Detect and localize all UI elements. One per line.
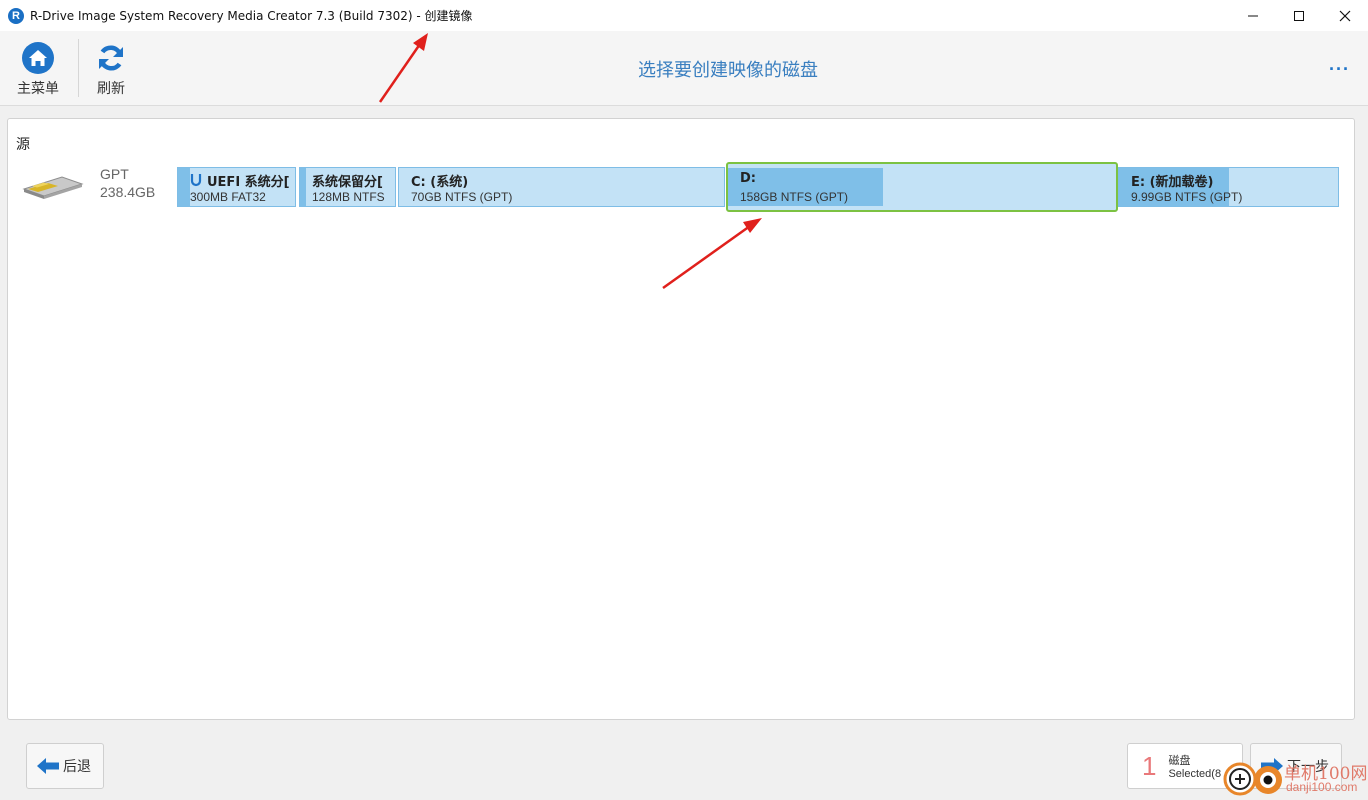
watermark-url: danji100.com	[1286, 780, 1358, 794]
close-icon	[1339, 10, 1351, 21]
disk-size: 238.4GB	[100, 184, 156, 200]
partition-name: UEFI 系统分[	[207, 175, 290, 190]
watermark-logo-icon	[1223, 762, 1282, 796]
site-watermark: 单机100网 danji100.com	[1218, 755, 1368, 800]
partition-info: 300MB FAT32	[190, 190, 266, 204]
partition-system-reserved[interactable]: 系统保留分[ 128MB NTFS	[299, 167, 396, 207]
back-label: 后退	[63, 759, 91, 775]
minimize-button[interactable]	[1230, 0, 1276, 31]
partition-e[interactable]: E: (新加载卷) 9.99GB NTFS (GPT)	[1118, 167, 1339, 207]
hard-disk-icon	[22, 176, 84, 199]
selected-type: 磁盘	[1168, 754, 1191, 767]
selected-status: Selected(8	[1168, 768, 1222, 780]
partition-info: 158GB NTFS (GPT)	[740, 190, 849, 204]
disk-selection-panel: 源 GPT 238.4GB UEFI 系统分[ 300MB FAT32 系统保留…	[7, 118, 1355, 720]
maximize-button[interactable]	[1276, 0, 1322, 31]
back-button[interactable]: 后退	[26, 743, 104, 789]
partition-c[interactable]: C: (系统) 70GB NTFS (GPT)	[398, 167, 725, 207]
partition-usage-bar	[178, 168, 190, 206]
app-logo-icon: R	[8, 7, 24, 24]
window-title: R-Drive Image System Recovery Media Crea…	[30, 9, 473, 23]
partition-name: D:	[740, 171, 756, 186]
partition-d[interactable]: D: 158GB NTFS (GPT)	[726, 162, 1118, 212]
partition-info: 128MB NTFS	[312, 190, 385, 204]
partition-info: 70GB NTFS (GPT)	[411, 190, 513, 204]
minimize-icon	[1248, 15, 1258, 16]
selection-text: 磁盘 Selected(8	[1168, 752, 1221, 780]
close-button[interactable]	[1322, 0, 1368, 31]
uefi-badge-icon	[190, 174, 202, 187]
window-controls	[1230, 0, 1368, 31]
more-options-button[interactable]: ···	[1329, 59, 1350, 80]
partition-uefi[interactable]: UEFI 系统分[ 300MB FAT32	[177, 167, 296, 207]
partition-name: E: (新加载卷)	[1131, 175, 1214, 190]
partition-name: 系统保留分[	[312, 175, 383, 190]
partition-usage-bar	[300, 168, 306, 206]
partition-name: C: (系统)	[411, 175, 469, 190]
page-title: 选择要创建映像的磁盘	[638, 60, 818, 81]
source-label: 源	[16, 137, 30, 153]
arrow-left-icon	[37, 758, 59, 774]
toolbar: 主菜单 刷新 选择要创建映像的磁盘 ···	[0, 31, 1368, 106]
disk-partition-style: GPT	[100, 166, 129, 182]
partition-info: 9.99GB NTFS (GPT)	[1131, 190, 1243, 204]
selected-count: 1	[1142, 750, 1157, 781]
title-bar: R R-Drive Image System Recovery Media Cr…	[0, 0, 1368, 31]
maximize-icon	[1294, 10, 1304, 21]
